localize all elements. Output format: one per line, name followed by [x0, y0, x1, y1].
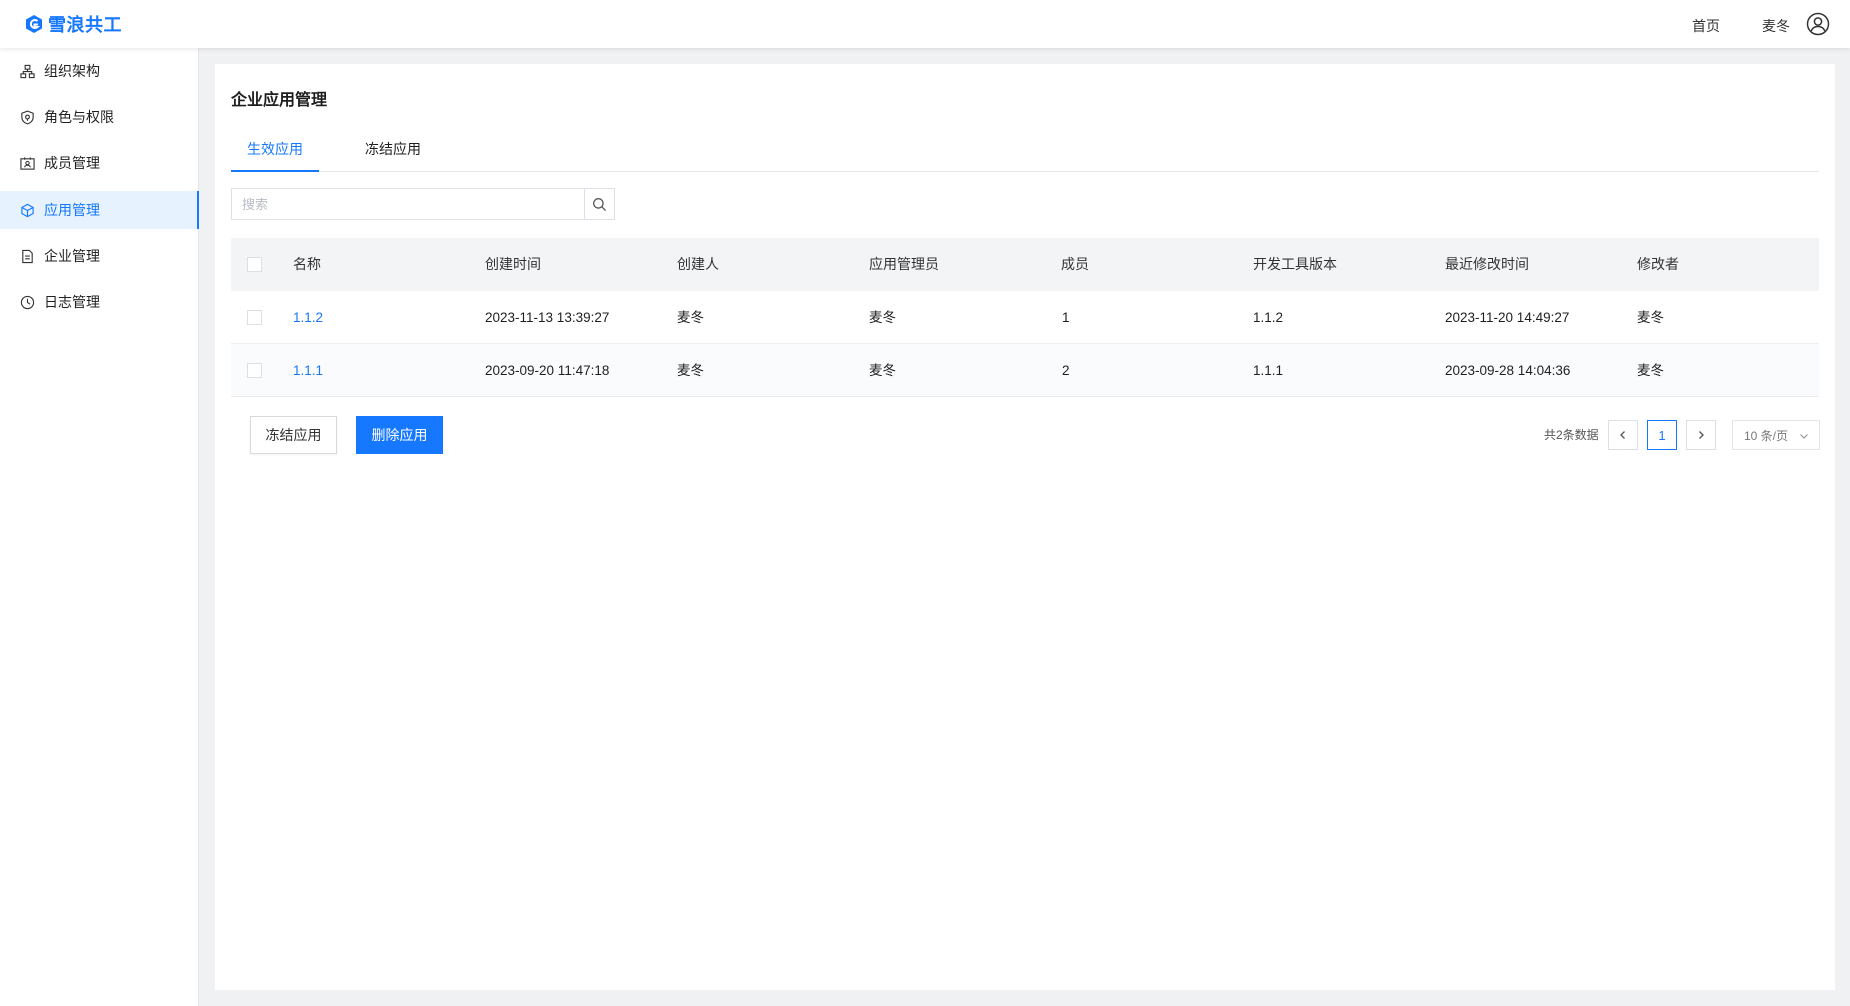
table-header-row: 名称 创建时间 创建人 应用管理员 成员 开发工具版本 最近修改时间 修改者 — [231, 238, 1819, 291]
modifier: 麦冬 — [1637, 310, 1664, 325]
chevron-left-icon — [1620, 431, 1625, 439]
table-row[interactable]: 1.1.1 2023-09-20 11:47:18 麦冬 麦冬 2 1.1.1 … — [231, 344, 1819, 397]
sidebar-item-label: 角色与权限 — [44, 109, 114, 125]
column-header[interactable]: 成员 — [1061, 238, 1089, 291]
table-row[interactable]: 1.1.2 2023-11-13 13:39:27 麦冬 麦冬 1 1.1.2 … — [231, 291, 1819, 344]
logo-icon — [26, 15, 42, 33]
home-link[interactable]: 首页 — [1692, 16, 1720, 36]
app-admin: 麦冬 — [869, 310, 896, 325]
app-name-link[interactable]: 1.1.1 — [293, 344, 323, 397]
page-title: 企业应用管理 — [231, 92, 328, 109]
sidebar-item-members[interactable]: 成员管理 — [0, 144, 199, 182]
created-time: 2023-11-13 13:39:27 — [485, 310, 610, 325]
sidebar-item-app-management[interactable]: 应用管理 — [0, 191, 199, 229]
next-page-button[interactable] — [1686, 420, 1716, 450]
member-count: 2 — [1062, 363, 1070, 378]
sidebar-item-label: 组织架构 — [44, 63, 100, 79]
sidebar: 组织架构 角色与权限 成员管理 应用管理 企业管理 日志管理 — [0, 48, 199, 1006]
creator: 麦冬 — [677, 363, 704, 378]
search-button[interactable] — [584, 189, 614, 219]
tab-frozen-apps[interactable]: 冻结应用 — [349, 130, 437, 172]
sidebar-item-label: 应用管理 — [44, 202, 100, 218]
row-checkbox[interactable] — [247, 363, 262, 378]
user-avatar-icon[interactable] — [1806, 12, 1830, 36]
row-checkbox[interactable] — [247, 310, 262, 325]
sidebar-item-org-structure[interactable]: 组织架构 — [0, 52, 199, 90]
delete-app-button[interactable]: 删除应用 — [356, 416, 443, 454]
chevron-right-icon — [1699, 431, 1704, 439]
sidebar-item-label: 日志管理 — [44, 294, 100, 310]
sidebar-item-enterprise[interactable]: 企业管理 — [0, 237, 199, 275]
user-name[interactable]: 麦冬 — [1762, 16, 1790, 36]
column-header[interactable]: 修改者 — [1637, 238, 1679, 291]
cube-icon — [21, 203, 34, 217]
sidebar-item-roles-permissions[interactable]: 角色与权限 — [0, 98, 199, 136]
dev-tool-version: 1.1.2 — [1253, 310, 1284, 325]
app-name-link[interactable]: 1.1.2 — [293, 291, 323, 344]
top-bar: 雪浪共工 首页 麦冬 — [0, 0, 1850, 48]
clock-icon — [20, 295, 35, 309]
main-panel: 企业应用管理 生效应用 冻结应用 名称 创建时间 创建人 应用管理员 成员 开发… — [215, 64, 1835, 990]
app-admin: 麦冬 — [869, 363, 896, 378]
org-chart-icon — [20, 64, 35, 78]
logo-text: 雪浪共工 — [48, 15, 122, 35]
sidebar-item-logs[interactable]: 日志管理 — [0, 283, 199, 321]
modified-time: 2023-11-20 14:49:27 — [1445, 310, 1570, 325]
column-header[interactable]: 创建时间 — [485, 238, 541, 291]
search-icon — [593, 197, 607, 211]
chevron-down-icon — [1800, 434, 1808, 439]
select-all-checkbox[interactable] — [247, 257, 262, 272]
logo[interactable]: 雪浪共工 — [24, 11, 122, 37]
tab-active-apps[interactable]: 生效应用 — [231, 130, 319, 172]
search-input[interactable] — [232, 189, 584, 219]
page-size-select[interactable]: 10 条/页 — [1732, 420, 1820, 450]
document-icon — [22, 249, 33, 263]
column-header[interactable]: 创建人 — [677, 238, 719, 291]
search-box — [231, 188, 615, 220]
freeze-app-button[interactable]: 冻结应用 — [250, 416, 337, 454]
page-number-button[interactable]: 1 — [1647, 420, 1677, 450]
total-count: 共2条数据 — [1544, 428, 1599, 442]
column-header[interactable]: 最近修改时间 — [1445, 238, 1529, 291]
creator: 麦冬 — [677, 310, 704, 325]
sidebar-item-label: 企业管理 — [44, 248, 100, 264]
id-card-icon — [20, 156, 35, 170]
created-time: 2023-09-20 11:47:18 — [485, 363, 610, 378]
shield-icon — [21, 110, 34, 124]
tab-bar: 生效应用 冻结应用 — [231, 130, 1819, 172]
modifier: 麦冬 — [1637, 363, 1664, 378]
member-count: 1 — [1062, 310, 1070, 325]
apps-table: 名称 创建时间 创建人 应用管理员 成员 开发工具版本 最近修改时间 修改者 1… — [231, 238, 1819, 397]
column-header[interactable]: 名称 — [293, 238, 321, 291]
sidebar-item-label: 成员管理 — [44, 155, 100, 171]
page-scrollbar[interactable] — [1838, 48, 1850, 1006]
dev-tool-version: 1.1.1 — [1253, 363, 1284, 378]
column-header[interactable]: 开发工具版本 — [1253, 238, 1337, 291]
modified-time: 2023-09-28 14:04:36 — [1445, 363, 1571, 378]
column-header[interactable]: 应用管理员 — [869, 238, 939, 291]
page-size-value: 10 条/页 — [1744, 428, 1789, 443]
prev-page-button[interactable] — [1608, 420, 1638, 450]
